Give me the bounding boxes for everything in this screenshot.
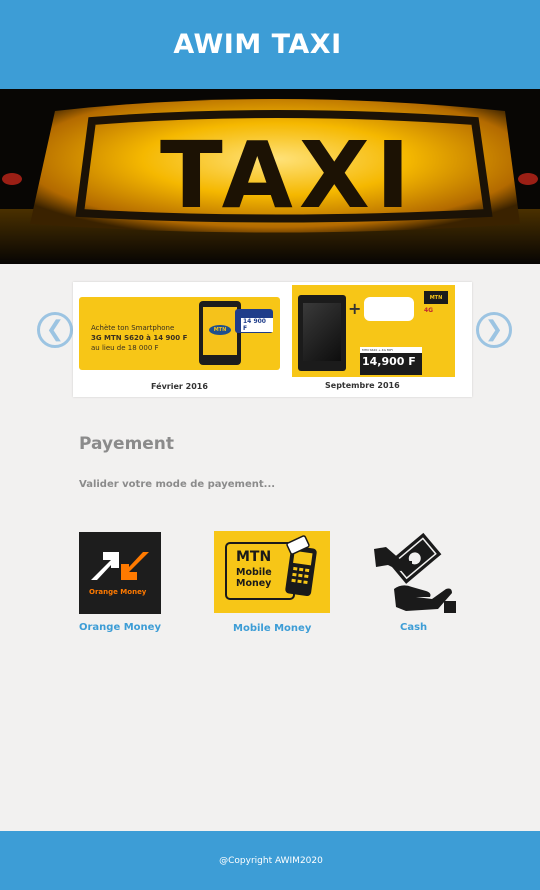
price-subtitle: MTN S620 + 4G MIFI (362, 348, 393, 352)
cash-hand-icon[interactable] (372, 531, 456, 614)
price-value: 14,900 F (362, 355, 416, 368)
promo-carousel: ❮ Achète ton Smartphone 3G MTN S620 à 14… (0, 264, 540, 414)
payment-terminal-icon (225, 535, 317, 600)
orange-money-logo[interactable]: Orange Money (79, 532, 161, 614)
cash-link[interactable]: Cash (400, 622, 427, 633)
chevron-left-icon: ❮ (45, 317, 65, 342)
payment-title: Payement (79, 434, 175, 454)
price-tag: 14 900 F (241, 318, 273, 332)
4g-badge: 4G (424, 307, 434, 314)
app-header: AWIM TAXI (0, 0, 540, 89)
carousel-next-button[interactable]: ❯ (476, 312, 512, 348)
promo-text: Achète ton Smartphone 3G MTN S620 à 14 9… (91, 324, 188, 352)
chevron-right-icon: ❯ (484, 317, 504, 342)
slide-caption: Septembre 2016 (325, 381, 400, 390)
plus-icon: + (348, 299, 362, 318)
slide-caption: Février 2016 (151, 382, 208, 391)
taxi-sign-text: TAXI (160, 122, 416, 229)
smartphone-image (298, 295, 346, 371)
copyright-text: @Copyright AWIM2020 (219, 855, 323, 866)
mobile-money-link[interactable]: Mobile Money (233, 623, 311, 634)
orange-money-arrows-icon (91, 552, 149, 580)
mtn-logo-icon: MTN (209, 325, 231, 335)
taxi-sign-image: TAXI (0, 89, 540, 264)
hero-banner: TAXI (0, 89, 540, 264)
mtn-mobile-money-logo[interactable]: MTN Mobile Money (214, 531, 330, 613)
price-card: 14 900 F (235, 309, 273, 333)
payment-subtitle: Valider votre mode de payement... (79, 479, 276, 490)
page: AWIM TAXI TAXI ❮ Achète ton Smartphone 3… (0, 0, 540, 890)
carousel-prev-button[interactable]: ❮ (37, 312, 73, 348)
app-title: AWIM TAXI (173, 29, 342, 60)
promo-slide-1[interactable]: Achète ton Smartphone 3G MTN S620 à 14 9… (79, 297, 280, 370)
app-footer: @Copyright AWIM2020 (0, 831, 540, 890)
mtn-logo-icon: MTN (424, 291, 448, 304)
mifi-router-image (364, 297, 414, 321)
carousel-slide-frame: Achète ton Smartphone 3G MTN S620 à 14 9… (73, 282, 472, 397)
orange-money-logo-text: Orange Money (89, 588, 147, 596)
orange-money-link[interactable]: Orange Money (79, 622, 161, 633)
promo-slide-2[interactable]: + MTN 4G MTN S620 + 4G MIFI 14,900 F (292, 285, 455, 377)
